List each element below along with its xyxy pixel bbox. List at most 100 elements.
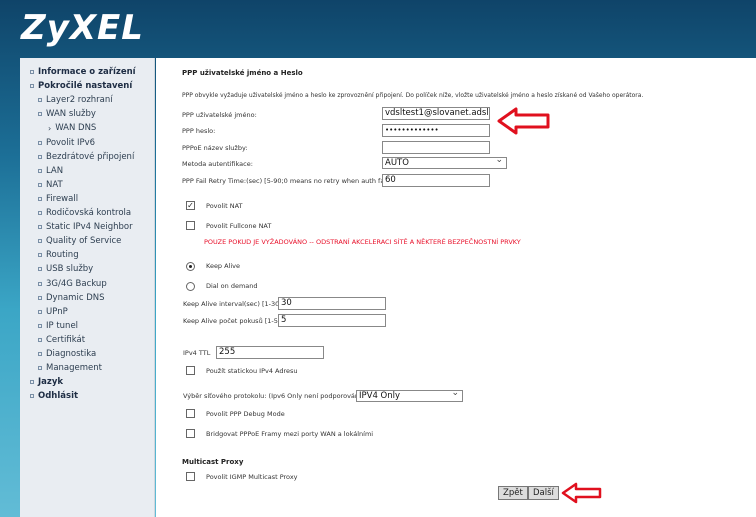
username-input[interactable]: vdsltest1@slovanet.adsl <box>382 107 490 120</box>
sidebar-item-label: Informace o zařízení <box>38 67 136 77</box>
sidebar-item-label: Dynamic DNS <box>46 292 105 303</box>
sidebar-item-label: Management <box>46 363 102 374</box>
password-label: PPP heslo: <box>182 127 216 135</box>
fullcone-checkbox[interactable] <box>186 221 195 230</box>
bullet-icon <box>38 352 42 356</box>
count-label: Keep Alive počet pokusů [1-5] <box>183 317 281 325</box>
bullet-icon <box>30 394 34 399</box>
service-input[interactable] <box>382 141 490 154</box>
bullet-icon <box>38 366 42 371</box>
sidebar-item[interactable]: LAN <box>38 166 63 176</box>
sidebar-item-label: Certifikát <box>46 334 86 345</box>
bullet-icon <box>38 112 42 117</box>
igmp-checkbox[interactable] <box>186 472 195 481</box>
sidebar-item-label: Static IPv4 Neighbor <box>46 222 133 233</box>
main-content: PPP uživatelské jméno a Heslo PPP obvykl… <box>156 58 756 517</box>
sidebar-item-label: LAN <box>46 165 64 176</box>
ttl-label: IPv4 TTL <box>183 349 211 357</box>
ttl-input[interactable]: 255 <box>216 346 324 359</box>
protocol-select[interactable]: IPV4 Only <box>356 388 463 402</box>
nat-checkbox[interactable]: ✓ <box>186 201 195 210</box>
sidebar-item[interactable]: WAN služby <box>38 109 96 119</box>
sidebar-item-label: UPnP <box>46 306 68 317</box>
sidebar-item[interactable]: Certifikát <box>38 335 85 345</box>
sidebar-item[interactable]: Rodičovská kontrola <box>38 208 131 218</box>
chevron-right-icon: › <box>48 123 52 133</box>
bullet-icon <box>38 211 42 215</box>
back-button[interactable]: Zpět <box>498 486 528 500</box>
sidebar-item[interactable]: NAT <box>38 180 63 190</box>
sidebar-item-label: Odhlásit <box>38 391 79 402</box>
red-arrow-icon <box>561 482 602 504</box>
sidebar-item[interactable]: UPnP <box>38 307 68 317</box>
sidebar-item[interactable]: 3G/4G Backup <box>38 279 107 289</box>
sidebar-item[interactable]: Diagnostika <box>38 349 96 359</box>
next-button[interactable]: Další <box>528 486 559 500</box>
count-input[interactable]: 5 <box>278 314 386 327</box>
protocol-value: IPV4 Only <box>359 391 401 401</box>
multicast-title: Multicast Proxy <box>182 458 244 466</box>
sidebar-item-label: WAN služby <box>46 109 96 120</box>
bridge-checkbox[interactable] <box>186 429 195 438</box>
sidebar-item-label: Firewall <box>46 193 79 204</box>
sidebar-item-label: Povolit IPv6 <box>46 137 96 148</box>
interval-input[interactable]: 30 <box>278 297 386 310</box>
sidebar-item[interactable]: Bezdrátové připojení <box>38 152 134 162</box>
sidebar-item[interactable]: Routing <box>38 250 79 260</box>
sidebar-item-label: USB služby <box>46 264 94 275</box>
page-title: PPP uživatelské jméno a Heslo <box>182 69 303 77</box>
sidebar-item-label: Pokročilé nastavení <box>38 81 133 92</box>
igmp-label: Povolit IGMP Multicast Proxy <box>206 473 298 481</box>
bullet-icon <box>38 281 42 286</box>
protocol-label: Výběr síťového protokolu: (Ipv6 Only nen… <box>183 392 366 400</box>
sidebar-item-label: Quality of Service <box>46 236 122 247</box>
sidebar-item[interactable]: IP tunel <box>38 321 78 331</box>
sidebar-item[interactable]: › WAN DNS <box>48 123 96 133</box>
sidebar-item[interactable]: Odhlásit <box>30 391 78 401</box>
bullet-icon <box>38 182 42 187</box>
retry-label: PPP Fail Retry Time:(sec) [5-90;0 means … <box>182 177 391 185</box>
sidebar-nav: Informace o zařízení Pokročilé nastavení L… <box>20 58 155 517</box>
static-ip-label: Použít statickou IPv4 Adresu <box>206 367 298 375</box>
sidebar-item[interactable]: Layer2 rozhraní <box>38 95 113 105</box>
service-label: PPPoE název služby: <box>182 144 248 152</box>
auth-value: AUTO <box>385 158 409 168</box>
sidebar-item-label: NAT <box>46 179 63 190</box>
debug-label: Povolit PPP Debug Mode <box>206 410 285 418</box>
sidebar-item[interactable]: Informace o zařízení <box>30 67 136 77</box>
sidebar-item[interactable]: USB služby <box>38 264 93 274</box>
auth-label: Metoda autentifikace: <box>182 160 253 168</box>
sidebar-item[interactable]: Quality of Service <box>38 236 121 246</box>
sidebar-item-label: Layer2 rozhraní <box>46 95 113 106</box>
sidebar-item[interactable]: Povolit IPv6 <box>38 138 95 148</box>
sidebar-item-label: IP tunel <box>46 320 79 331</box>
sidebar-item[interactable]: Static IPv4 Neighbor <box>38 222 133 232</box>
nat-label: Povolit NAT <box>206 202 243 210</box>
auth-select[interactable]: AUTO <box>382 155 507 169</box>
debug-checkbox[interactable] <box>186 409 195 418</box>
bullet-icon <box>38 253 42 258</box>
fullcone-label: Povolit Fullcone NAT <box>206 222 272 230</box>
sidebar-item[interactable]: Dynamic DNS <box>38 293 105 303</box>
password-input[interactable]: ••••••••••••• <box>382 124 490 137</box>
bullet-icon <box>30 70 34 74</box>
keepalive-radio[interactable] <box>186 262 195 271</box>
description: PPP obvykle vyžaduje uživatelské jméno a… <box>182 92 644 99</box>
static-ip-checkbox[interactable] <box>186 366 195 375</box>
dial-label: Dial on demand <box>206 282 258 290</box>
keepalive-label: Keep Alive <box>206 262 241 270</box>
sidebar-item-label: WAN DNS <box>55 123 97 134</box>
sidebar-item[interactable]: Management <box>38 363 102 373</box>
sidebar-item-label: Jazyk <box>38 377 64 388</box>
bullet-icon <box>30 380 34 385</box>
sidebar-item[interactable]: Firewall <box>38 194 78 204</box>
sidebar-item[interactable]: Pokročilé nastavení <box>30 81 132 91</box>
zyxel-logo: ZyXEL <box>21 8 144 48</box>
sidebar-item-label: 3G/4G Backup <box>46 278 107 289</box>
red-arrow-icon <box>497 107 550 135</box>
bullet-icon <box>38 295 42 300</box>
retry-input[interactable]: 60 <box>382 174 490 187</box>
bullet-icon <box>38 140 42 145</box>
sidebar-item[interactable]: Jazyk <box>30 377 63 387</box>
dial-on-demand-radio[interactable] <box>186 282 195 291</box>
